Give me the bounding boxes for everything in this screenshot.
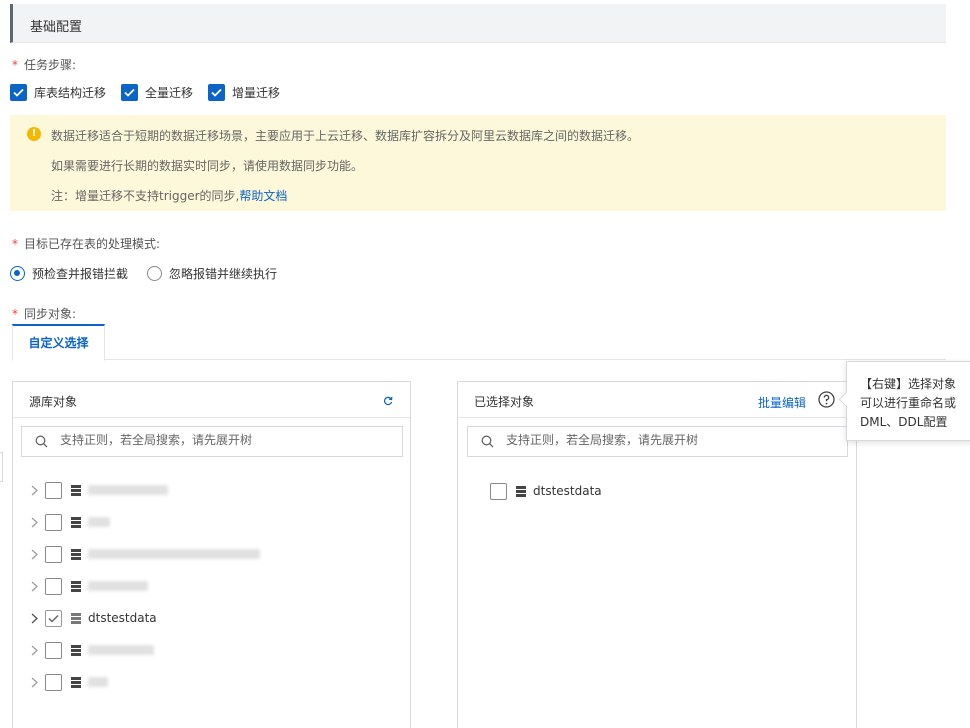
- chevron-right-icon[interactable]: [27, 576, 41, 596]
- warning-icon: !: [27, 127, 41, 141]
- selected-objects-panel: 已选择对象 批量编辑 dtstestdata: [457, 381, 857, 728]
- batch-edit-link[interactable]: 批量编辑: [758, 394, 806, 411]
- section-title: 基础配置: [30, 20, 83, 35]
- tree-node-label: dtstestdata: [533, 484, 602, 498]
- source-objects-panel: 源库对象 dtstestdata: [12, 381, 411, 728]
- tooltip-line-1: 【右键】选择对象: [860, 377, 957, 391]
- database-icon: [71, 516, 81, 528]
- checkbox-checked-icon[interactable]: [208, 84, 226, 101]
- chevron-right-icon[interactable]: [27, 544, 41, 564]
- checkbox-checked-icon[interactable]: [121, 84, 139, 101]
- chevron-right-icon[interactable]: [27, 608, 41, 628]
- checkbox[interactable]: [45, 577, 62, 595]
- selected-node-dtstestdata[interactable]: dtstestdata: [490, 481, 602, 501]
- redacted-name: [88, 645, 154, 655]
- task-steps-label: * 任务步骤:: [12, 58, 77, 72]
- tree-node[interactable]: [27, 640, 154, 660]
- tree-node[interactable]: [27, 672, 108, 692]
- chevron-right-icon[interactable]: [27, 512, 41, 532]
- redacted-name: [88, 517, 110, 527]
- search-icon: [35, 435, 48, 448]
- radio-unselected-icon[interactable]: [147, 266, 163, 281]
- tree-node[interactable]: [27, 576, 148, 596]
- source-search-box[interactable]: [21, 426, 403, 457]
- panel-header: 已选择对象 批量编辑: [458, 382, 856, 418]
- tree-node-label: dtstestdata: [88, 611, 157, 625]
- checkbox-incremental-migration[interactable]: 增量迁移: [208, 84, 280, 101]
- sync-objects-tabs: 自定义选择: [12, 324, 946, 361]
- checkbox[interactable]: [45, 673, 62, 691]
- task-steps-options: 库表结构迁移 全量迁移 增量迁移: [10, 84, 295, 101]
- selected-search-input[interactable]: [506, 433, 806, 447]
- database-icon: [71, 484, 81, 496]
- database-icon: [71, 580, 81, 592]
- checkbox-full-migration[interactable]: 全量迁移: [121, 84, 193, 101]
- tab-custom-select[interactable]: 自定义选择: [12, 324, 105, 361]
- redacted-name: [88, 549, 260, 559]
- tree-node-dtstestdata[interactable]: dtstestdata: [27, 608, 157, 628]
- database-icon: [516, 485, 526, 497]
- redacted-name: [88, 677, 108, 687]
- migration-notice: ! 数据迁移适合于短期的数据迁移场景，主要应用于上云迁移、数据库扩容拆分及阿里云…: [10, 115, 946, 211]
- collapse-handle[interactable]: [0, 452, 3, 482]
- database-icon: [71, 676, 81, 688]
- search-icon: [481, 435, 494, 448]
- notice-line-3: 注：增量迁移不支持trigger的同步,帮助文档: [51, 189, 288, 203]
- checkbox-label: 增量迁移: [232, 86, 281, 100]
- existing-table-mode-options: 预检查并报错拦截 忽略报错并继续执行: [10, 265, 296, 282]
- notice-line-2: 如果需要进行长期的数据实时同步，请使用数据同步功能。: [51, 159, 364, 173]
- tooltip-line-3: DML、DDL配置: [860, 415, 948, 429]
- checkbox-schema-migration[interactable]: 库表结构迁移: [10, 84, 106, 101]
- radio-precheck-block[interactable]: 预检查并报错拦截: [10, 265, 128, 282]
- radio-ignore-continue[interactable]: 忽略报错并继续执行: [147, 265, 277, 282]
- checkbox[interactable]: [45, 545, 62, 563]
- checkbox[interactable]: [490, 482, 507, 500]
- panel-header: 源库对象: [13, 382, 410, 418]
- checkbox-checked-icon[interactable]: [45, 609, 62, 627]
- checkbox[interactable]: [45, 481, 62, 499]
- chevron-right-icon[interactable]: [27, 640, 41, 660]
- checkbox-label: 全量迁移: [145, 86, 194, 100]
- refresh-icon[interactable]: [383, 395, 393, 409]
- chevron-right-icon[interactable]: [27, 480, 41, 500]
- database-icon: [71, 548, 81, 560]
- redacted-name: [88, 581, 148, 591]
- tree-node[interactable]: [27, 480, 168, 500]
- database-icon: [71, 644, 81, 656]
- database-icon: [71, 612, 81, 624]
- help-question-icon[interactable]: [818, 391, 835, 411]
- selected-search-box[interactable]: [467, 426, 848, 457]
- source-search-input[interactable]: [60, 433, 360, 447]
- section-header: 基础配置: [10, 4, 946, 43]
- redacted-name: [88, 485, 168, 495]
- checkbox-checked-icon[interactable]: [10, 84, 27, 101]
- notice-line-1: 数据迁移适合于短期的数据迁移场景，主要应用于上云迁移、数据库扩容拆分及阿里云数据…: [51, 129, 640, 143]
- checkbox[interactable]: [45, 513, 62, 531]
- radio-label: 忽略报错并继续执行: [169, 267, 278, 281]
- chevron-right-icon[interactable]: [27, 672, 41, 692]
- checkbox-label: 库表结构迁移: [34, 86, 107, 100]
- radio-label: 预检查并报错拦截: [32, 267, 129, 281]
- panel-title: 已选择对象: [474, 395, 535, 409]
- tooltip-line-2: 可以进行重命名或: [860, 396, 957, 410]
- existing-table-mode-label: * 目标已存在表的处理模式:: [12, 237, 161, 251]
- panel-title: 源库对象: [29, 395, 78, 409]
- tree-node[interactable]: [27, 512, 110, 532]
- help-tooltip: 【右键】选择对象 可以进行重命名或 DML、DDL配置: [846, 361, 970, 441]
- sync-objects-label: * 同步对象:: [12, 307, 77, 321]
- radio-selected-icon[interactable]: [10, 266, 25, 281]
- help-doc-link[interactable]: 帮助文档: [239, 189, 287, 203]
- checkbox[interactable]: [45, 641, 62, 659]
- tree-node[interactable]: [27, 544, 260, 564]
